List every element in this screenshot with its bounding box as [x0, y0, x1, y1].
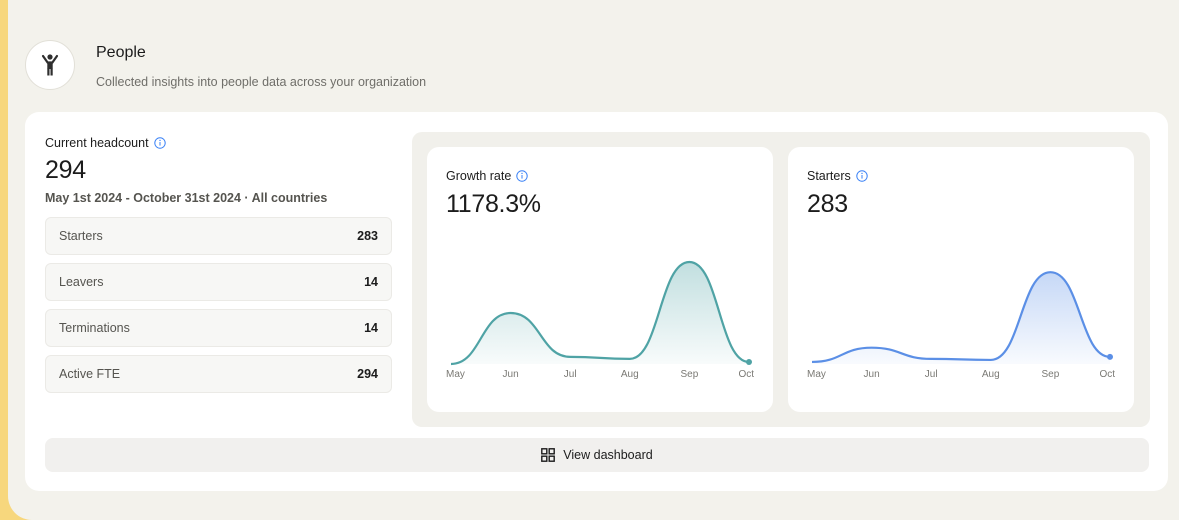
x-tick-label: Jul [564, 369, 577, 380]
growth-rate-title-text: Growth rate [446, 169, 512, 183]
headcount-date-range: May 1st 2024 - October 31st 2024 · All c… [45, 191, 328, 205]
data-point [746, 358, 752, 365]
view-dashboard-label: View dashboard [563, 448, 653, 462]
starters-card: May Jun Jul Aug Sep Oct Starters 283 [788, 147, 1134, 412]
section-subtitle: Collected insights into people data acro… [96, 75, 427, 89]
section-title: People [96, 44, 146, 61]
stat-value: 283 [357, 229, 378, 243]
headcount-label: Current headcount [45, 136, 166, 150]
person-waving-icon [41, 54, 59, 76]
growth-rate-title: Growth rate [446, 169, 529, 183]
headcount-value: 294 [45, 156, 86, 184]
info-icon[interactable] [516, 170, 529, 182]
info-icon[interactable] [153, 137, 166, 149]
growth-rate-card: May Jun Jul Aug Sep Oct Growth rate 1178.3% [427, 147, 773, 412]
x-tick-label: Oct [1099, 369, 1115, 380]
people-panel: People Collected insights into people da… [8, 0, 1179, 520]
series-area [451, 262, 749, 364]
stat-row-starters: Starters 283 [45, 217, 392, 255]
x-tick-label: Aug [982, 369, 1000, 380]
view-dashboard-button[interactable]: View dashboard [45, 438, 1149, 472]
x-tick-label: Jun [503, 369, 519, 380]
growth-rate-chart: May Jun Jul Aug Sep Oct [446, 260, 754, 380]
x-tick-label: May [807, 369, 826, 380]
info-icon[interactable] [856, 170, 868, 182]
headcount-label-text: Current headcount [45, 136, 149, 150]
avatar [25, 40, 75, 90]
stat-value: 14 [364, 275, 378, 289]
starters-title: Starters [807, 169, 868, 183]
growth-rate-value: 1178.3% [446, 190, 541, 218]
x-tick-label: May [446, 369, 465, 380]
x-tick-label: Sep [681, 369, 699, 380]
charts-area: May Jun Jul Aug Sep Oct Growth rate 1178.3% M… [412, 132, 1150, 427]
starters-value: 283 [807, 190, 848, 218]
stat-row-terminations: Terminations 14 [45, 309, 392, 347]
stat-row-leavers: Leavers 14 [45, 263, 392, 301]
x-tick-label: Jun [864, 369, 880, 380]
data-point [1107, 353, 1113, 360]
people-insights-card: Current headcount 294 May 1st 2024 - Oct… [25, 112, 1168, 491]
stat-label: Terminations [59, 321, 130, 335]
stat-label: Starters [59, 229, 103, 243]
dashboard-grid-icon [541, 448, 556, 462]
x-tick-label: Oct [738, 369, 754, 380]
x-tick-label: Aug [621, 369, 639, 380]
x-tick-label: Jul [925, 369, 938, 380]
stat-label: Leavers [59, 275, 104, 289]
starters-chart: May Jun Jul Aug Sep Oct [807, 271, 1115, 380]
stat-value: 294 [357, 367, 378, 381]
stat-value: 14 [364, 321, 378, 335]
stat-row-active-fte: Active FTE 294 [45, 355, 392, 393]
x-tick-label: Sep [1042, 369, 1060, 380]
stat-label: Active FTE [59, 367, 121, 381]
starters-title-text: Starters [807, 169, 851, 183]
